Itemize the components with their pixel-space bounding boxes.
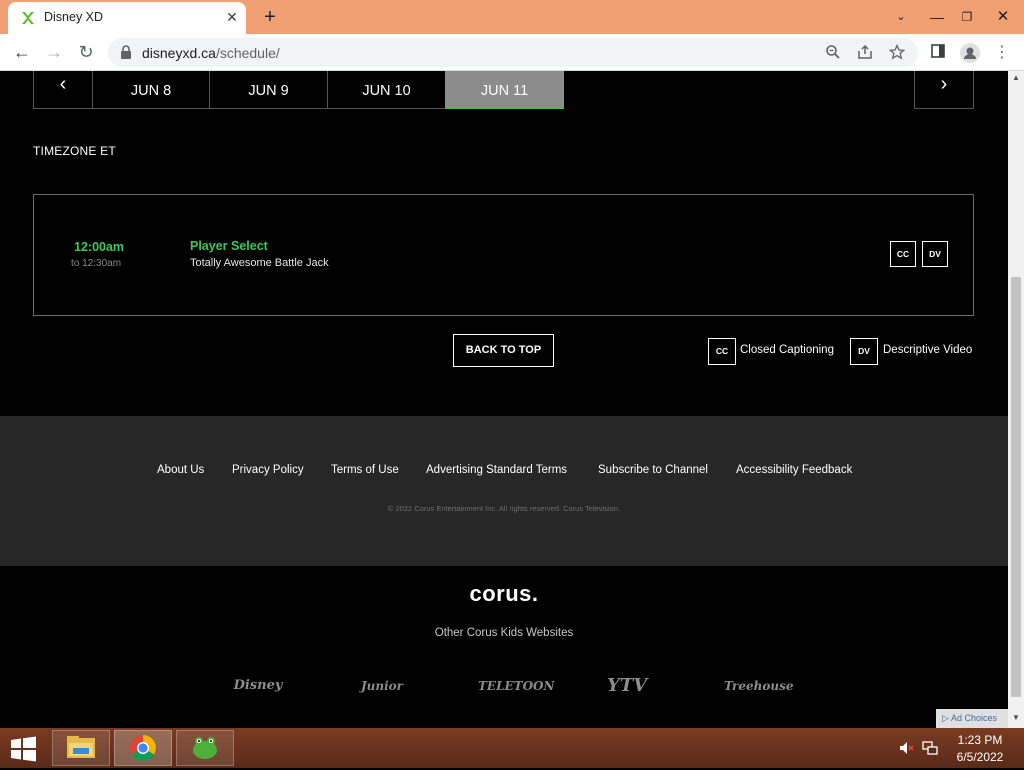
ad-choices-label: Ad Choices xyxy=(950,713,997,723)
side-panel-icon[interactable] xyxy=(928,43,948,63)
legend-dv-label: Descriptive Video xyxy=(883,344,973,356)
tab-title: Disney XD xyxy=(44,10,104,24)
windows-start-icon[interactable] xyxy=(8,736,38,762)
tab-close-icon[interactable]: ✕ xyxy=(224,9,240,25)
lock-icon xyxy=(121,45,131,59)
volume-muted-icon[interactable] xyxy=(898,740,914,756)
share-icon[interactable] xyxy=(856,44,874,62)
footer-link-about-us[interactable]: About Us xyxy=(157,464,204,476)
date-tab-jun-10[interactable]: JUN 10 xyxy=(327,71,446,109)
page-scrollbar[interactable]: ▲ ▼ xyxy=(1008,71,1024,728)
disney-channel-logo[interactable]: Disney xyxy=(232,673,284,699)
timezone-label: TIMEZONE ET xyxy=(33,144,116,158)
legend-dv-badge: DV xyxy=(850,338,878,365)
ad-choices-icon: ▷ xyxy=(942,713,949,723)
site-footer: About Us Privacy Policy Terms of Use Adv… xyxy=(0,416,1008,566)
date-selector: ‹ JUN 8 JUN 9 JUN 10 JUN 11 › xyxy=(33,71,974,110)
minimize-button[interactable]: — xyxy=(920,0,954,34)
scroll-down-arrow-icon[interactable]: ▼ xyxy=(1012,713,1020,722)
footer-link-terms-of-use[interactable]: Terms of Use xyxy=(331,464,399,476)
browser-titlebar: Disney XD ✕ + ⌄ — ❐ ✕ xyxy=(0,0,1024,34)
url-text: disneyxd.ca/schedule/ xyxy=(142,45,280,61)
footer-link-accessibility-feedback[interactable]: Accessibility Feedback xyxy=(736,464,852,476)
cc-badge: CC xyxy=(890,241,916,267)
show-title[interactable]: Player Select xyxy=(190,239,268,253)
schedule-item: 12:00am to 12:30am Player Select Totally… xyxy=(33,194,974,316)
corus-logo[interactable]: corus. xyxy=(0,581,1008,607)
scrollbar-thumb[interactable] xyxy=(1011,277,1021,697)
date-tab-jun-8[interactable]: JUN 8 xyxy=(92,71,210,109)
file-explorer-taskbar-icon[interactable] xyxy=(52,730,110,766)
back-arrow-icon[interactable]: ← xyxy=(10,40,34,64)
treehouse-logo[interactable]: Treehouse xyxy=(724,673,794,699)
legend-cc-badge: CC xyxy=(708,338,736,365)
scroll-up-arrow-icon[interactable]: ▲ xyxy=(1012,73,1020,82)
end-time: to 12:30am xyxy=(71,258,122,269)
footer-link-advertising-standard-terms[interactable]: Advertising Standard Terms xyxy=(426,464,567,476)
bookmark-star-icon[interactable] xyxy=(888,43,906,62)
taskbar-date[interactable]: 6/5/2022 xyxy=(950,750,1010,764)
other-sites-heading: Other Corus Kids Websites xyxy=(434,627,574,639)
close-window-button[interactable]: ✕ xyxy=(986,0,1020,34)
teletoon-logo[interactable]: TELETOON xyxy=(478,673,554,699)
address-bar[interactable]: disneyxd.ca/schedule/ xyxy=(108,38,918,67)
windows-taskbar: 1:23 PM 6/5/2022 xyxy=(0,728,1024,768)
forward-arrow-icon[interactable]: → xyxy=(42,40,66,64)
tab-search-icon[interactable]: ⌄ xyxy=(884,0,918,34)
date-tab-jun-9[interactable]: JUN 9 xyxy=(209,71,328,109)
back-to-top-button[interactable]: BACK TO TOP xyxy=(453,334,554,367)
legend-cc-label: Closed Captioning xyxy=(740,344,834,356)
reload-icon[interactable]: ↻ xyxy=(74,40,98,64)
browser-toolbar: ← → ↻ disneyxd.ca/schedule/ ⋮ xyxy=(0,34,1024,71)
dv-badge: DV xyxy=(922,241,948,267)
url-host: disneyxd.ca xyxy=(142,45,216,61)
menu-dots-icon[interactable]: ⋮ xyxy=(992,43,1012,63)
network-icon[interactable] xyxy=(922,740,938,756)
zoom-icon[interactable] xyxy=(824,44,842,62)
next-date-chevron-icon[interactable]: › xyxy=(914,71,974,109)
taskbar-time[interactable]: 1:23 PM xyxy=(950,733,1010,747)
ytv-logo[interactable]: YTV xyxy=(607,673,647,699)
profile-avatar-icon[interactable] xyxy=(960,43,980,63)
browser-tab[interactable]: Disney XD ✕ xyxy=(8,2,246,34)
ad-choices-button[interactable]: ▷ Ad Choices xyxy=(936,709,1008,728)
maximize-button[interactable]: ❐ xyxy=(950,0,984,34)
disney-xd-favicon-icon xyxy=(22,12,34,24)
url-path: /schedule/ xyxy=(215,45,280,61)
episode-title: Totally Awesome Battle Jack xyxy=(190,257,329,269)
disney-junior-logo[interactable]: Junior xyxy=(356,673,408,699)
frog-app-taskbar-icon[interactable] xyxy=(176,730,234,766)
chrome-taskbar-icon[interactable] xyxy=(114,730,172,766)
new-tab-button[interactable]: + xyxy=(258,6,282,28)
copyright-text: © 2022 Corus Entertainment Inc. All righ… xyxy=(387,504,621,513)
footer-link-privacy-policy[interactable]: Privacy Policy xyxy=(232,464,304,476)
start-time: 12:00am xyxy=(74,240,125,254)
page-viewport: ‹ JUN 8 JUN 9 JUN 10 JUN 11 › TIMEZONE E… xyxy=(0,71,1008,728)
date-tab-jun-11[interactable]: JUN 11 xyxy=(445,71,564,109)
prev-date-chevron-icon[interactable]: ‹ xyxy=(33,71,93,109)
footer-link-subscribe-to-channel[interactable]: Subscribe to Channel xyxy=(598,464,708,476)
